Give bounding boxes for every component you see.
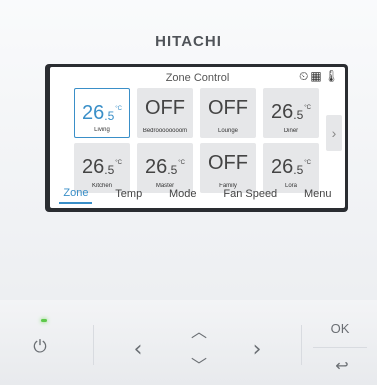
- brand-logo: HITACHI: [155, 33, 222, 50]
- next-page-arrow-icon[interactable]: ›: [326, 115, 342, 151]
- zone-tile-living[interactable]: 26.5°C Living: [74, 88, 130, 138]
- menu-tab-temp[interactable]: Temp: [111, 188, 146, 203]
- power-button[interactable]: ⏻: [28, 337, 52, 363]
- left-arrow-button[interactable]: ‹: [130, 337, 146, 363]
- display-screen: Zone Control ⏲ ▦ 🌡 26.5°C Living OFF Bed…: [50, 67, 345, 208]
- divider: [301, 325, 302, 365]
- back-button[interactable]: ↩: [330, 356, 354, 378]
- power-led-indicator: [41, 319, 47, 322]
- menu-tab-mode[interactable]: Mode: [165, 188, 201, 203]
- menu-tab-menu[interactable]: Menu: [300, 188, 336, 203]
- ok-button[interactable]: OK: [325, 321, 355, 341]
- thermostat-device: HITACHI Zone Control ⏲ ▦ 🌡 26.5°C Living…: [0, 0, 377, 385]
- calendar-grid-icon: ▦: [310, 69, 322, 83]
- thermometer-icon: 🌡: [323, 69, 339, 83]
- zone-tile-lounge[interactable]: OFF Lounge: [200, 88, 256, 138]
- up-arrow-button[interactable]: ︿: [188, 318, 210, 341]
- menu-tab-fan-speed[interactable]: Fan Speed: [219, 188, 281, 203]
- zone-tile-diner[interactable]: 26.5°C Diner: [263, 88, 319, 138]
- status-icons: ⏲ ▦ 🌡: [299, 69, 339, 84]
- divider: [313, 347, 367, 348]
- zone-name: Bedroooooooom: [142, 128, 188, 134]
- down-arrow-button[interactable]: ﹀: [188, 352, 210, 375]
- menu-tab-zone[interactable]: Zone: [59, 187, 93, 204]
- zone-tile-bedroom[interactable]: OFF Bedroooooooom: [137, 88, 193, 138]
- menu-bar: Zone Temp Mode Fan Speed Menu: [50, 185, 345, 205]
- divider: [93, 325, 94, 365]
- button-panel: [0, 300, 377, 385]
- right-arrow-button[interactable]: ›: [249, 337, 265, 363]
- timer-icon: ⏲: [299, 69, 309, 83]
- zone-name: Lounge: [217, 128, 239, 134]
- zone-name: Diner: [283, 128, 299, 134]
- zone-name: Living: [94, 127, 110, 133]
